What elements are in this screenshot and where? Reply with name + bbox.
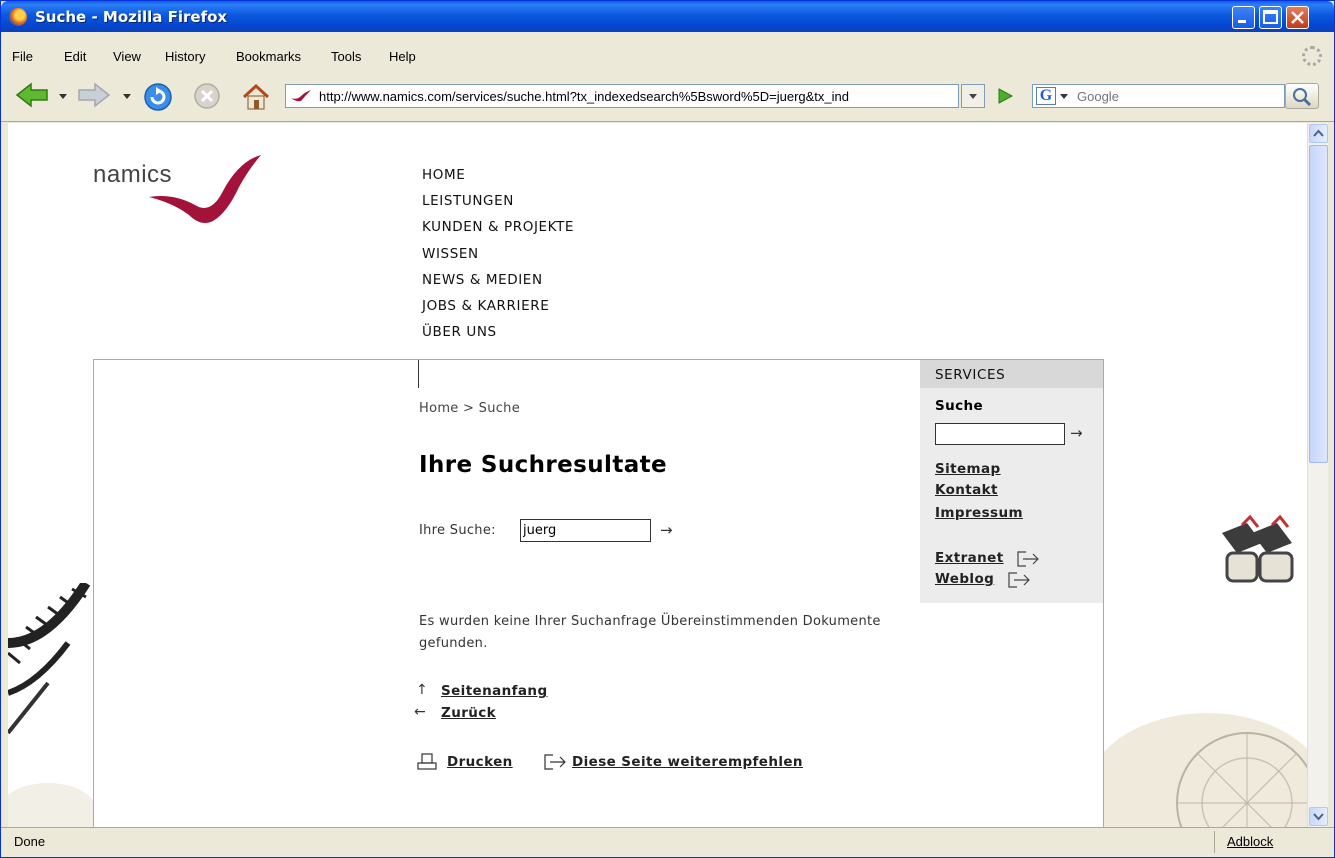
adblock-status-button[interactable]: Adblock: [1227, 834, 1273, 849]
menu-view[interactable]: View: [113, 49, 141, 64]
services-panel: SERVICES Suche → Sitemap Kontakt Impress…: [920, 360, 1103, 603]
url-text[interactable]: http://www.namics.com/services/suche.htm…: [319, 89, 955, 104]
web-search-input[interactable]: [1077, 86, 1282, 106]
menu-bookmarks[interactable]: Bookmarks: [236, 49, 301, 64]
recommend-icon: [544, 754, 566, 770]
window-title: Suche - Mozilla Firefox: [35, 8, 228, 26]
minimize-icon: [1238, 20, 1246, 23]
nav-wissen[interactable]: WISSEN: [422, 246, 574, 272]
url-bar[interactable]: http://www.namics.com/services/suche.htm…: [285, 84, 959, 108]
close-button[interactable]: [1286, 6, 1309, 29]
content-divider: [418, 360, 419, 388]
breadcrumb: Home > Suche: [419, 401, 521, 416]
namics-logo[interactable]: namics: [93, 153, 273, 228]
url-history-dropdown[interactable]: [961, 84, 985, 108]
scroll-down-button[interactable]: [1309, 807, 1328, 826]
services-search-arrow-icon[interactable]: →: [1070, 424, 1083, 442]
reload-icon[interactable]: [143, 82, 173, 112]
title-bar: Suche - Mozilla Firefox: [1, 1, 1334, 32]
printer-icon: [417, 753, 437, 770]
vertical-scrollbar[interactable]: [1307, 123, 1328, 827]
chevron-down-icon: [1313, 813, 1324, 821]
magnifier-icon: [1293, 88, 1312, 107]
nav-jobs-karriere[interactable]: JOBS & KARRIERE: [422, 298, 574, 324]
browser-window: Suche - Mozilla Firefox File Edit View H…: [0, 0, 1335, 858]
web-search-button[interactable]: [1285, 83, 1319, 109]
nav-news-medien[interactable]: NEWS & MEDIEN: [422, 272, 574, 298]
chevron-up-icon: [1313, 129, 1324, 137]
site-favicon-icon: [291, 90, 311, 102]
content-panel: Home > Suche Ihre Suchresultate Ihre Suc…: [93, 359, 1104, 827]
weblog-link[interactable]: Weblog: [935, 571, 994, 587]
result-search-input[interactable]: [520, 519, 651, 542]
scroll-up-button[interactable]: [1309, 124, 1328, 143]
web-search-box[interactable]: G: [1032, 84, 1285, 108]
google-engine-icon[interactable]: G: [1036, 87, 1056, 105]
search-label: Ihre Suche:: [419, 523, 496, 538]
ferris-wheel-background-image: [1097, 514, 1307, 827]
logo-swoosh-icon: [149, 155, 261, 223]
arrow-up-icon: ↑: [416, 682, 428, 698]
arrow-left-icon: ←: [414, 704, 426, 720]
close-icon: [1291, 11, 1304, 24]
nav-home[interactable]: HOME: [422, 167, 574, 193]
forward-dropdown-icon[interactable]: [123, 94, 131, 99]
sitemap-link[interactable]: Sitemap: [935, 461, 1001, 477]
services-search-label: Suche: [935, 398, 984, 414]
page-title: Ihre Suchresultate: [419, 452, 668, 478]
maximize-button[interactable]: [1259, 6, 1282, 29]
status-text: Done: [14, 834, 46, 849]
menu-bar: File Edit View History Bookmarks Tools H…: [1, 32, 1334, 73]
back-arrow-icon[interactable]: [15, 82, 49, 108]
navigation-toolbar: http://www.namics.com/services/suche.htm…: [1, 73, 1334, 122]
status-bar: Done Adblock: [1, 827, 1334, 857]
ferris-wheel-background-image: [8, 583, 98, 827]
go-arrow-icon[interactable]: [992, 84, 1018, 108]
firefox-icon: [9, 8, 27, 26]
search-submit-arrow-icon[interactable]: →: [660, 521, 673, 539]
menu-edit[interactable]: Edit: [64, 49, 86, 64]
stop-icon[interactable]: [193, 82, 221, 110]
menu-history[interactable]: History: [165, 49, 205, 64]
throbber-icon: [1302, 46, 1322, 66]
status-separator: [1214, 831, 1215, 853]
no-results-message: Es wurden keine Ihrer Suchanfrage Überei…: [419, 614, 881, 651]
contact-link[interactable]: Kontakt: [935, 482, 998, 498]
scroll-thumb[interactable]: [1309, 145, 1328, 463]
menu-help[interactable]: Help: [389, 49, 416, 64]
home-icon[interactable]: [241, 82, 271, 112]
back-link[interactable]: Zurück: [441, 705, 496, 721]
services-heading: SERVICES: [935, 367, 1006, 383]
menu-file[interactable]: File: [12, 49, 33, 64]
forward-arrow-icon[interactable]: [77, 82, 111, 108]
main-navigation: HOME LEISTUNGEN KUNDEN & PROJEKTE WISSEN…: [422, 167, 574, 350]
recommend-link[interactable]: Diese Seite weiterempfehlen: [572, 754, 803, 770]
back-dropdown-icon[interactable]: [59, 94, 67, 99]
engine-dropdown-icon[interactable]: [1060, 94, 1068, 99]
nav-ueber-uns[interactable]: ÜBER UNS: [422, 324, 574, 350]
services-header: SERVICES: [920, 360, 1103, 388]
page-top-link[interactable]: Seitenanfang: [441, 683, 548, 699]
extranet-link[interactable]: Extranet: [935, 550, 1004, 566]
external-link-icon: [1008, 572, 1030, 588]
nav-kunden-projekte[interactable]: KUNDEN & PROJEKTE: [422, 219, 574, 245]
services-search-input[interactable]: [935, 423, 1065, 445]
page-viewport: namics HOME LEISTUNGEN KUNDEN & PROJEKTE…: [8, 123, 1307, 827]
external-link-icon: [1017, 551, 1039, 567]
minimize-button[interactable]: [1232, 6, 1255, 29]
imprint-link[interactable]: Impressum: [935, 505, 1023, 521]
maximize-icon: [1263, 10, 1278, 24]
print-link[interactable]: Drucken: [447, 754, 513, 770]
nav-leistungen[interactable]: LEISTUNGEN: [422, 193, 574, 219]
menu-tools[interactable]: Tools: [331, 49, 361, 64]
